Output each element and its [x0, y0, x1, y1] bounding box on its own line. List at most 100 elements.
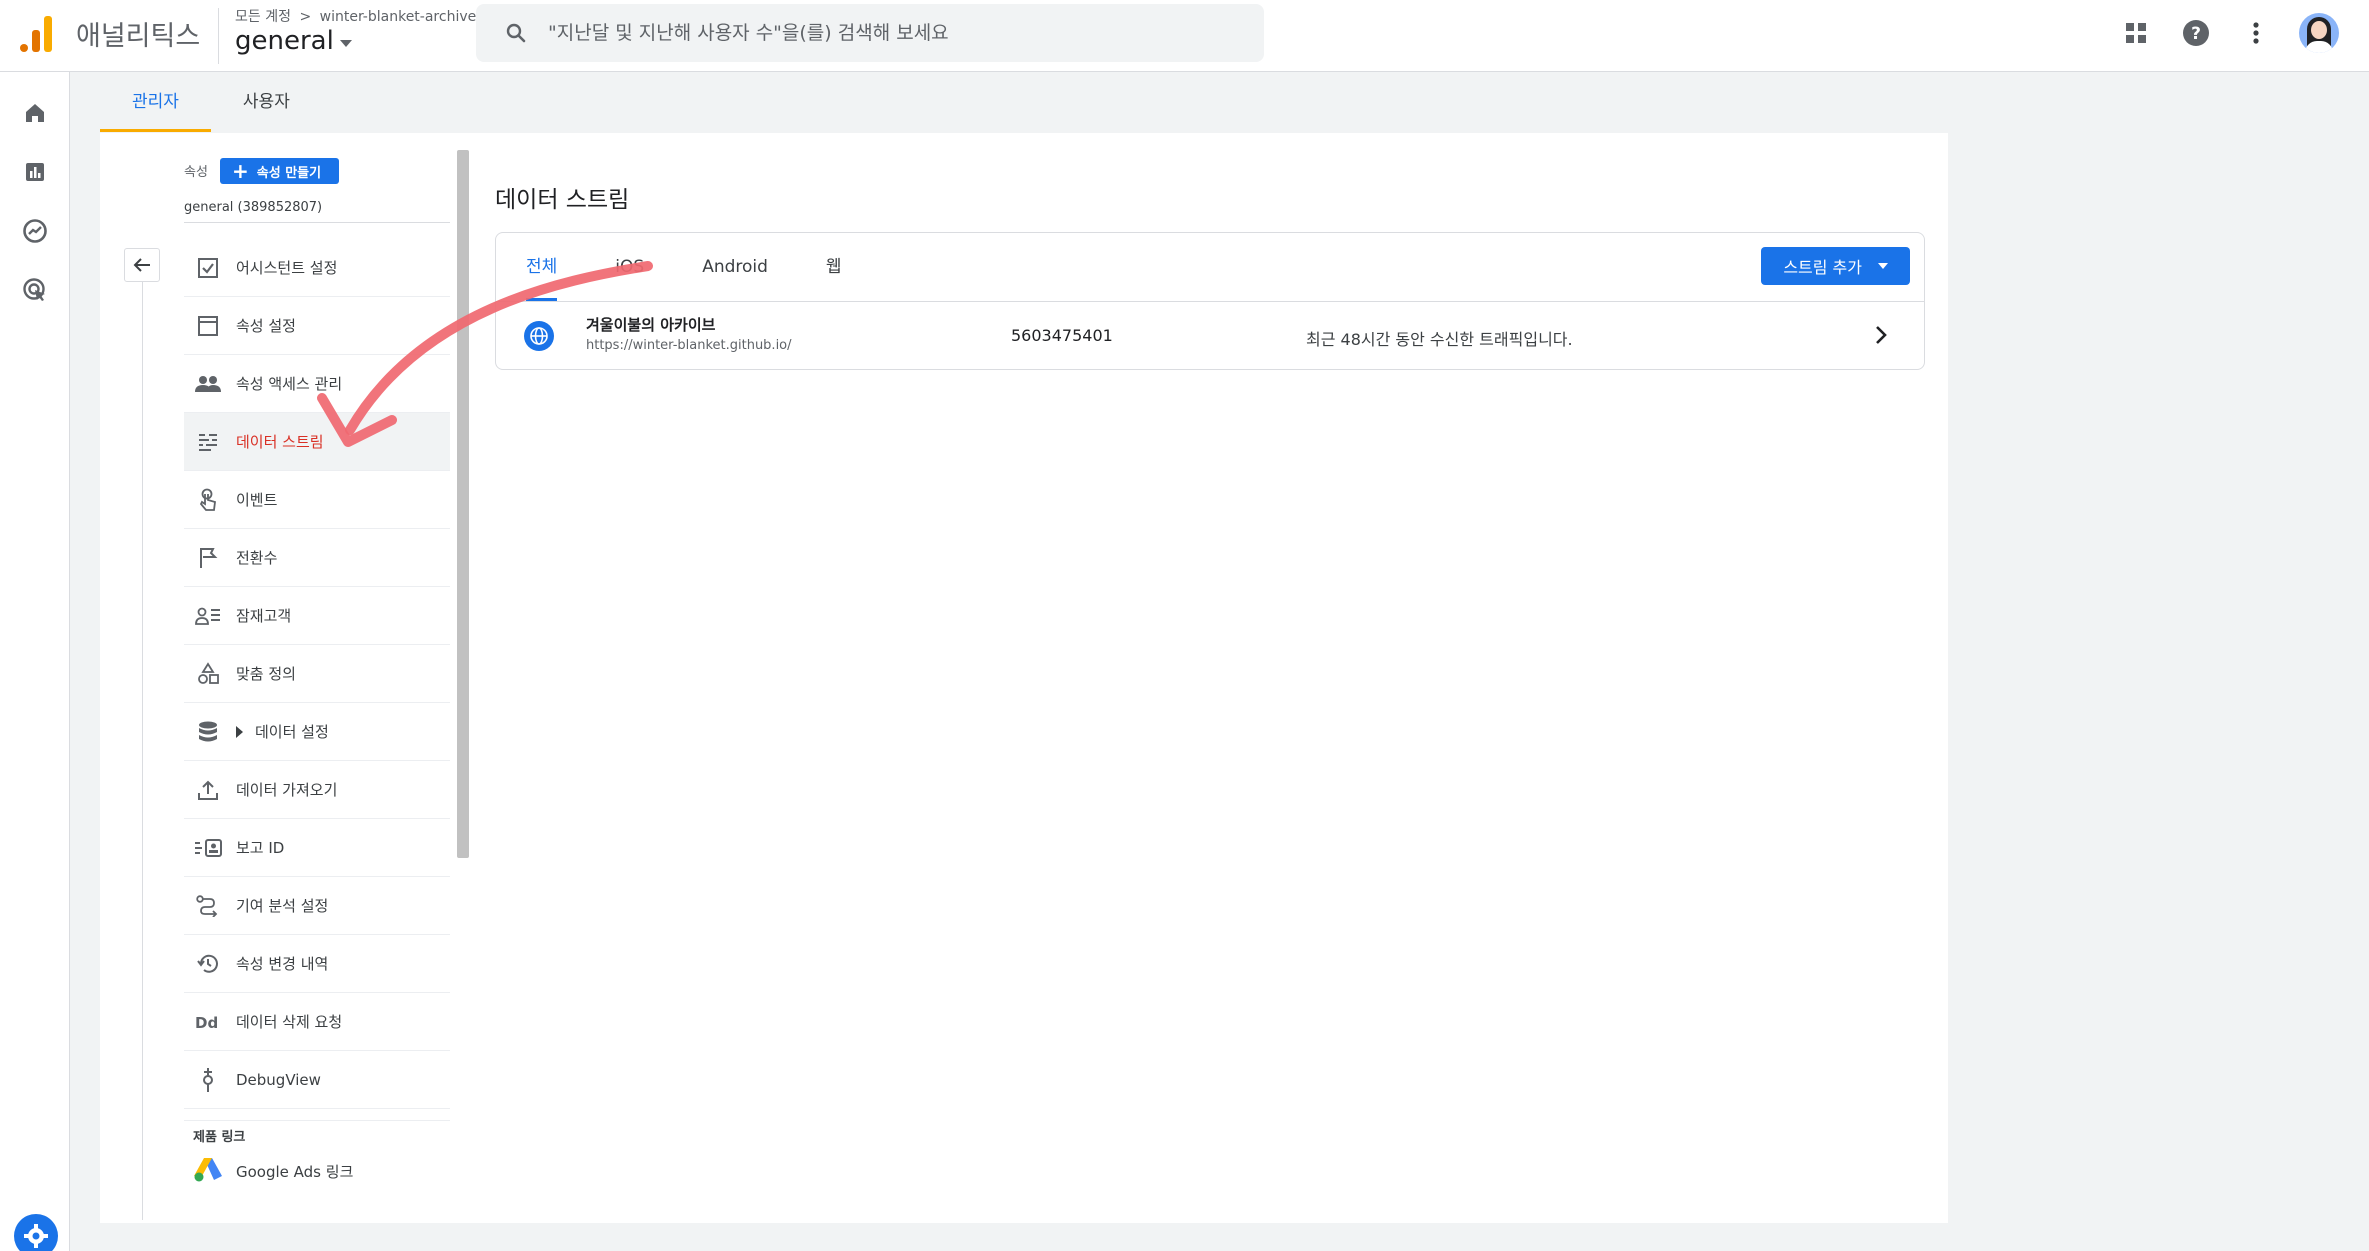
menu-item-change-history[interactable]: 속성 변경 내역: [184, 935, 450, 993]
menu-item-attribution-settings[interactable]: 기여 분석 설정: [184, 877, 450, 935]
svg-text:?: ?: [2191, 24, 2201, 44]
column-divider: [142, 270, 143, 1220]
debug-icon: [194, 1066, 222, 1094]
menu-item-custom-definitions[interactable]: 맞춤 정의: [184, 645, 450, 703]
menu-item-property-access[interactable]: 속성 액세스 관리: [184, 355, 450, 413]
tab-all[interactable]: 전체: [526, 233, 558, 301]
history-icon: [194, 950, 222, 978]
menu-item-data-deletion[interactable]: Dd 데이터 삭제 요청: [184, 993, 450, 1051]
checkbox-icon: [194, 254, 222, 282]
data-streams-card: 전체 iOS Android 웹 스트림 추가 겨울이불의 아카이브 https…: [495, 232, 1925, 370]
menu-item-reporting-id[interactable]: 보고 ID: [184, 819, 450, 877]
explore-icon[interactable]: [20, 216, 50, 246]
product-name: 애널리틱스: [76, 21, 201, 52]
apps-grid-icon[interactable]: [2119, 16, 2153, 50]
menu-item-label: 데이터 스트림: [236, 433, 324, 451]
menu-item-label: 잠재고객: [236, 607, 292, 625]
menu-item-label: 데이터 가져오기: [236, 781, 338, 799]
menu-item-label: 데이터 삭제 요청: [236, 1013, 343, 1031]
menu-item-conversions[interactable]: 전환수: [184, 529, 450, 587]
menu-item-label: 속성 설정: [236, 317, 296, 335]
web-globe-icon: [524, 321, 554, 351]
tab-android[interactable]: Android: [702, 233, 768, 301]
create-property-button[interactable]: + 속성 만들기: [220, 158, 340, 184]
analytics-logo-icon[interactable]: [20, 12, 54, 52]
upload-icon: [194, 776, 222, 804]
chevron-right-icon[interactable]: [1874, 324, 1888, 350]
menu-item-label: 보고 ID: [236, 839, 285, 857]
property-menu: 어시스턴트 설정 속성 설정 속성 액세스 관리 데이터 스트림 이벤트 전환수…: [184, 239, 450, 1109]
menu-item-events[interactable]: 이벤트: [184, 471, 450, 529]
google-ads-icon: [194, 1156, 222, 1186]
menu-item-label: 맞춤 정의: [236, 665, 296, 683]
menu-scrollbar[interactable]: [457, 150, 469, 858]
svg-text:Dd: Dd: [195, 1014, 218, 1031]
property-underline: [184, 222, 450, 223]
home-icon[interactable]: [20, 98, 50, 128]
property-name[interactable]: general (389852807): [184, 200, 322, 215]
settings-icon[interactable]: [14, 1214, 58, 1251]
property-selector-label: general: [235, 26, 334, 56]
caret-down-icon: [339, 39, 352, 47]
audience-icon: [194, 602, 222, 630]
menu-item-google-ads-links[interactable]: Google Ads 링크: [184, 1142, 450, 1200]
search-bar[interactable]: [476, 4, 1264, 62]
avatar[interactable]: [2299, 13, 2339, 53]
database-icon: [194, 718, 222, 746]
shapes-icon: [194, 660, 222, 688]
plus-icon: +: [232, 159, 249, 183]
menu-item-label: 전환수: [236, 549, 278, 567]
add-stream-button[interactable]: 스트림 추가: [1761, 247, 1910, 285]
menu-item-label: Google Ads 링크: [236, 1162, 354, 1181]
menu-item-label: 속성 변경 내역: [236, 955, 329, 973]
reports-icon[interactable]: [20, 157, 50, 187]
back-button[interactable]: [124, 248, 160, 282]
people-icon: [194, 370, 222, 398]
menu-item-label: 속성 액세스 관리: [236, 375, 343, 393]
page-title: 데이터 스트림: [495, 187, 630, 213]
menu-item-label: DebugView: [236, 1070, 321, 1089]
stream-name: 겨울이불의 아카이브: [586, 316, 716, 334]
search-icon: [506, 23, 526, 43]
menu-item-label: 데이터 설정: [255, 723, 329, 741]
breadcrumb-account: winter-blanket-archive: [319, 9, 477, 25]
advertising-icon[interactable]: [20, 275, 50, 305]
arrow-back-icon: [133, 258, 150, 272]
menu-item-property-settings[interactable]: 속성 설정: [184, 297, 450, 355]
breadcrumb-separator: >: [299, 9, 312, 25]
stream-tabs: 전체 iOS Android 웹: [496, 233, 842, 301]
menu-item-debugview[interactable]: DebugView: [184, 1051, 450, 1109]
breadcrumb[interactable]: 모든 계정 > winter-blanket-archive: [235, 6, 476, 26]
stream-row[interactable]: 겨울이불의 아카이브 https://winter-blanket.github…: [496, 301, 1924, 369]
navigation-rail: [0, 72, 70, 1251]
route-icon: [194, 892, 222, 920]
breadcrumb-root: 모든 계정: [235, 9, 291, 25]
more-vert-icon[interactable]: [2239, 16, 2273, 50]
menu-item-data-import[interactable]: 데이터 가져오기: [184, 761, 450, 819]
tab-web[interactable]: 웹: [826, 233, 842, 301]
tab-user[interactable]: 사용자: [211, 82, 322, 132]
caret-down-icon: [1878, 263, 1888, 269]
help-icon[interactable]: ?: [2179, 16, 2213, 50]
stream-url: https://winter-blanket.github.io/: [586, 338, 792, 353]
id-card-icon: [194, 834, 222, 862]
streams-icon: [194, 428, 222, 456]
stream-id: 5603475401: [1011, 326, 1113, 345]
menu-item-data-settings[interactable]: 데이터 설정: [184, 703, 450, 761]
tab-admin[interactable]: 관리자: [100, 82, 211, 132]
menu-item-label: 이벤트: [236, 491, 278, 509]
search-input[interactable]: [548, 22, 1228, 44]
menu-item-data-streams[interactable]: 데이터 스트림: [184, 413, 450, 471]
admin-tabs: 관리자 사용자: [100, 82, 322, 132]
layout-icon: [194, 312, 222, 340]
property-selector[interactable]: general: [235, 26, 352, 56]
create-property-label: 속성 만들기: [256, 165, 322, 181]
flag-icon: [194, 544, 222, 572]
property-label: 속성: [184, 165, 208, 180]
tab-ios[interactable]: iOS: [615, 233, 644, 301]
menu-item-assistant-settings[interactable]: 어시스턴트 설정: [184, 239, 450, 297]
section-divider: [184, 1120, 450, 1121]
add-stream-label: 스트림 추가: [1783, 258, 1862, 277]
expand-arrow-icon[interactable]: [236, 725, 243, 738]
menu-item-audiences[interactable]: 잠재고객: [184, 587, 450, 645]
